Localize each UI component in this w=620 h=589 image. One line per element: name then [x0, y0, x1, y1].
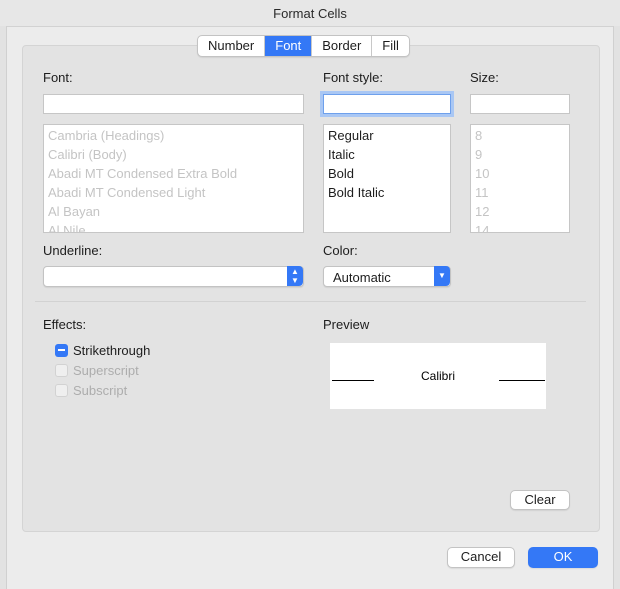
color-select-value: Automatic: [333, 270, 391, 285]
underline-select[interactable]: ▲ ▼: [43, 266, 304, 287]
content-panel: [22, 45, 600, 532]
font-list-item[interactable]: Abadi MT Condensed Extra Bold: [44, 164, 303, 183]
ok-button[interactable]: OK: [528, 547, 598, 568]
font-input[interactable]: [43, 94, 304, 114]
size-list-item[interactable]: 9: [471, 145, 569, 164]
cancel-button[interactable]: Cancel: [447, 547, 515, 568]
color-label: Color:: [323, 243, 358, 258]
title-bar: Format Cells: [0, 0, 620, 27]
clear-button[interactable]: Clear: [510, 490, 570, 510]
subscript-checkbox[interactable]: [55, 384, 68, 397]
font-list-item[interactable]: Calibri (Body): [44, 145, 303, 164]
font-list-item[interactable]: Abadi MT Condensed Light: [44, 183, 303, 202]
size-list-item[interactable]: 14: [471, 221, 569, 232]
tab-border[interactable]: Border: [312, 36, 373, 56]
size-list[interactable]: 8 9 10 11 12 14: [470, 124, 570, 233]
size-list-item[interactable]: 12: [471, 202, 569, 221]
font-style-item-bold[interactable]: Bold: [324, 164, 450, 183]
chevron-down-icon: ▼: [434, 266, 450, 286]
font-style-input[interactable]: [323, 94, 451, 114]
tab-bar: Number Font Border Fill: [197, 35, 410, 57]
font-label: Font:: [43, 70, 73, 85]
window-title: Format Cells: [273, 6, 347, 21]
chevron-up-down-icon: ▲ ▼: [287, 266, 303, 286]
font-style-list[interactable]: Regular Italic Bold Bold Italic: [323, 124, 451, 233]
font-style-item-italic[interactable]: Italic: [324, 145, 450, 164]
size-input[interactable]: [470, 94, 570, 114]
window-edge-right: [613, 26, 620, 589]
color-select[interactable]: Automatic ▼: [323, 266, 451, 287]
window-edge-left: [0, 26, 7, 589]
effects-label: Effects:: [43, 317, 87, 332]
section-divider: [35, 301, 586, 302]
superscript-checkbox[interactable]: [55, 364, 68, 377]
preview-box: Calibri: [330, 343, 546, 409]
underline-label: Underline:: [43, 243, 103, 258]
tab-fill[interactable]: Fill: [372, 36, 409, 56]
font-style-item-bold-italic[interactable]: Bold Italic: [324, 183, 450, 202]
size-list-item[interactable]: 11: [471, 183, 569, 202]
font-list[interactable]: Cambria (Headings) Calibri (Body) Abadi …: [43, 124, 304, 233]
size-label: Size:: [470, 70, 499, 85]
font-list-item[interactable]: Al Nile: [44, 221, 303, 232]
font-list-item[interactable]: Cambria (Headings): [44, 126, 303, 145]
superscript-label[interactable]: Superscript: [73, 363, 139, 378]
strikethrough-checkbox[interactable]: [55, 344, 68, 357]
font-style-item-regular[interactable]: Regular: [324, 126, 450, 145]
tab-number[interactable]: Number: [198, 36, 266, 56]
subscript-label[interactable]: Subscript: [73, 383, 127, 398]
font-style-label: Font style:: [323, 70, 383, 85]
preview-label: Preview: [323, 317, 370, 332]
size-list-item[interactable]: 10: [471, 164, 569, 183]
font-list-item[interactable]: Al Bayan: [44, 202, 303, 221]
preview-line-right: [499, 380, 545, 381]
strikethrough-label[interactable]: Strikethrough: [73, 343, 150, 358]
tab-font[interactable]: Font: [265, 36, 313, 56]
size-list-item[interactable]: 8: [471, 126, 569, 145]
